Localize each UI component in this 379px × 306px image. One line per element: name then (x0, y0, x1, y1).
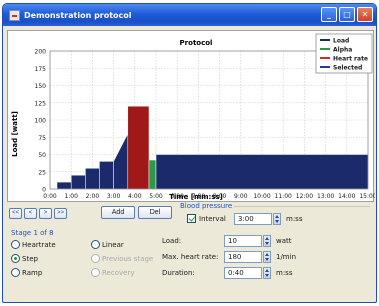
last-stage-button[interactable]: >> (54, 208, 67, 219)
protocol-segment-load (99, 161, 114, 190)
y-axis-label: Load [watt] (11, 111, 19, 157)
y-tick-label: 25 (38, 169, 46, 176)
heartrate-radio[interactable] (11, 240, 20, 249)
protocol-segment-load (155, 154, 369, 190)
recovery-radio[interactable] (91, 268, 100, 277)
legend-label-alpha: Alpha (333, 47, 352, 54)
legend-label-selected: Selected (333, 65, 362, 72)
window-title: Demonstration protocol (24, 10, 132, 20)
first-stage-button[interactable]: << (9, 208, 22, 219)
chart-legend: Load Alpha Heart rate Selected (315, 33, 373, 74)
linear-radio[interactable] (91, 240, 100, 249)
minimize-button[interactable]: _ (321, 7, 337, 22)
ramp-radio[interactable] (11, 268, 20, 277)
x-tick-label: 4:00 (128, 193, 142, 200)
protocol-chart-panel[interactable]: 0 25 50 75 100 125 150 175 200 0:00 1:00 2:00 3:00 4:… (7, 30, 375, 203)
x-tick-label: 12:00 (296, 193, 313, 200)
protocol-segment-alpha (148, 159, 157, 190)
duration-spinner[interactable] (263, 267, 271, 279)
linear-label: Linear (102, 241, 124, 249)
load-spinner[interactable] (263, 235, 271, 247)
y-tick-label: 75 (38, 135, 46, 142)
interval-unit: m:ss (286, 215, 303, 223)
stage-controls: << < > >> Add Del Blood pressure Interva… (7, 202, 374, 300)
blood-pressure-group: Blood pressure Interval 3:00 m:ss (180, 202, 370, 226)
blood-pressure-label: Blood pressure (180, 202, 235, 210)
protocol-chart[interactable]: 02550751001251501752000:00 1:00 2:00 3:00 4:… (8, 31, 375, 203)
y-tick-label: 50 (38, 152, 46, 159)
x-tick-label: 1:00 (64, 193, 78, 200)
x-tick-label: 3:00 (107, 193, 121, 200)
protocol-segment-load (113, 133, 129, 190)
step-label: Step (22, 255, 38, 263)
load-unit: watt (276, 237, 292, 245)
chart-title: Protocol (180, 39, 213, 47)
duration-input[interactable]: 0:40 (224, 267, 262, 279)
max-heart-rate-label: Max. heart rate: (162, 253, 219, 261)
add-stage-button[interactable]: Add (101, 206, 135, 219)
max-heart-rate-spinner[interactable] (263, 251, 271, 263)
y-tick-label: 200 (35, 49, 47, 56)
recovery-label: Recovery (102, 269, 135, 277)
duration-unit: m:ss (276, 269, 293, 277)
minimize-icon: _ (327, 10, 331, 19)
protocol-segment-load (70, 174, 86, 190)
load-input[interactable]: 10 (224, 235, 262, 247)
legend-label-heart-rate: Heart rate (333, 56, 368, 63)
maximize-icon: □ (343, 10, 351, 19)
x-tick-label: 0:00 (43, 193, 57, 200)
y-tick-label: 100 (35, 118, 47, 125)
x-tick-label: 13:00 (317, 193, 334, 200)
x-tick-label: 10:00 (253, 193, 270, 200)
load-label: Load: (162, 237, 182, 245)
y-tick-label: 125 (35, 100, 47, 107)
title-bar[interactable]: Demonstration protocol _ □ ✕ (3, 4, 376, 26)
max-heart-rate-unit: 1/min (276, 253, 297, 261)
x-tick-label: 9:00 (234, 193, 248, 200)
prev-stage-button[interactable]: < (24, 208, 37, 219)
next-stage-button[interactable]: > (39, 208, 52, 219)
heartrate-label: Heartrate (22, 241, 56, 249)
protocol-segment-load (85, 168, 100, 190)
protocol-window: Demonstration protocol _ □ ✕ 0 25 50 75 100 1… (2, 3, 377, 303)
previous-stage-radio[interactable] (91, 254, 100, 263)
interval-input[interactable]: 3:00 (234, 213, 272, 225)
protocol-segment-heart-rate (127, 105, 150, 190)
delete-stage-button[interactable]: Del (138, 206, 172, 219)
interval-spinner[interactable] (273, 213, 281, 225)
x-tick-label: 15:00 (359, 193, 375, 200)
interval-checkbox[interactable] (187, 214, 196, 223)
y-tick-label: 150 (35, 83, 47, 90)
x-tick-label: 11:00 (275, 193, 292, 200)
duration-label: Duration: (162, 269, 195, 277)
maximize-button[interactable]: □ (339, 7, 355, 22)
x-tick-label: 2:00 (86, 193, 100, 200)
legend-label-load: Load (333, 38, 349, 45)
close-icon: ✕ (361, 10, 369, 19)
x-axis-label: Time [mm:ss] (169, 193, 223, 201)
step-radio[interactable] (11, 254, 20, 263)
x-tick-label: 5:00 (149, 193, 163, 200)
y-tick-label: 175 (35, 66, 47, 73)
app-icon (9, 9, 20, 21)
ramp-label: Ramp (22, 269, 43, 277)
close-button[interactable]: ✕ (357, 7, 373, 22)
interval-label: Interval (199, 215, 226, 223)
stage-counter: Stage 1 of 8 (11, 229, 54, 237)
x-tick-label: 14:00 (338, 193, 355, 200)
previous-stage-label: Previous stage (102, 255, 154, 263)
protocol-segment-load (56, 181, 72, 190)
max-heart-rate-input[interactable]: 180 (224, 251, 262, 263)
